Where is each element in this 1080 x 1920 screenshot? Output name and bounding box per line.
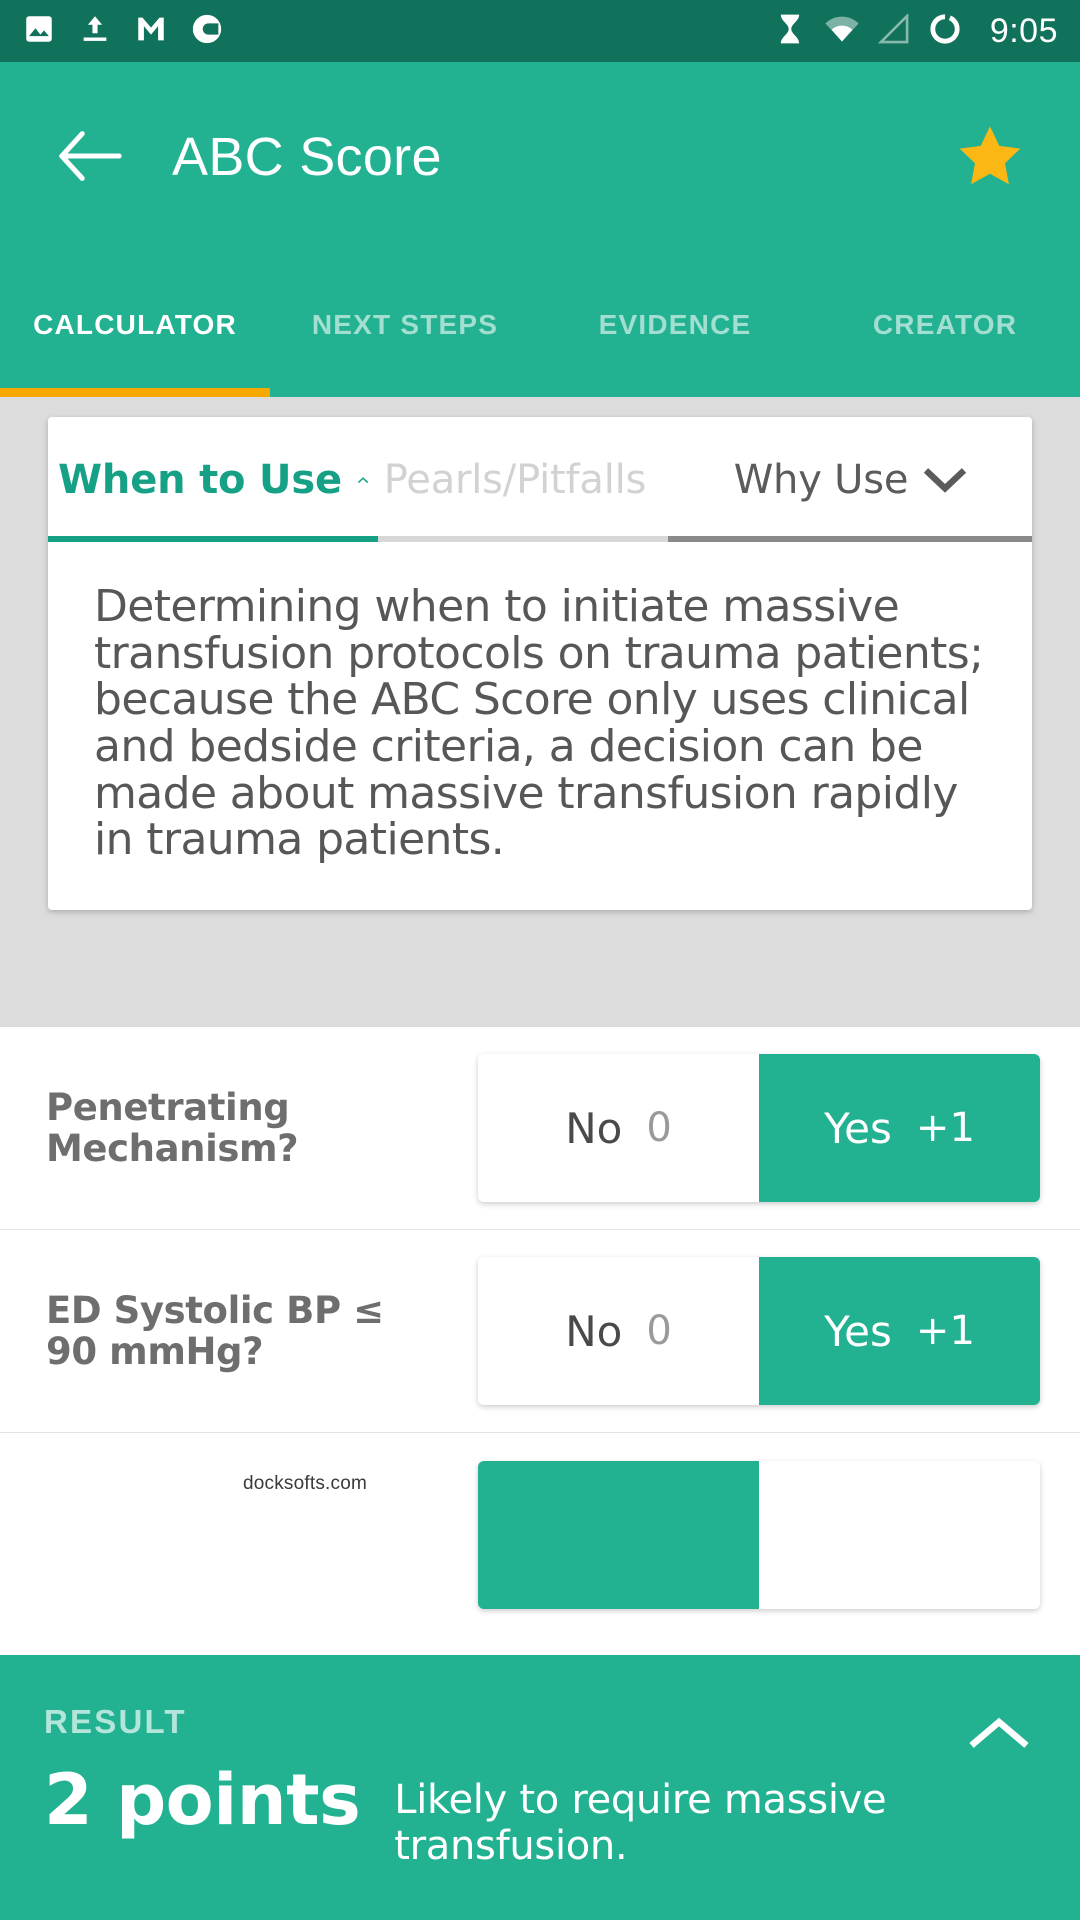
back-arrow-icon — [59, 131, 122, 181]
gmail-icon — [134, 12, 168, 51]
tab-next-steps[interactable]: NEXT STEPS — [270, 257, 540, 341]
answer-toggle-ed-systolic-bp: No 0 Yes +1 — [478, 1257, 1040, 1405]
question-label: Penetrating Mechanism? — [46, 1085, 299, 1170]
answer-option-yes[interactable] — [759, 1460, 1040, 1609]
accordion-tab-why-use-label: Why Use — [733, 456, 909, 503]
answer-option-no-text: No — [565, 1103, 623, 1153]
hourglass-icon — [774, 12, 806, 51]
status-bar-clock: 9:05 — [989, 11, 1058, 50]
tab-evidence-label: EVIDENCE — [598, 309, 752, 340]
result-content: 2 points Likely to require massive trans… — [44, 1765, 944, 1869]
question-row-ed-systolic-bp: ED Systolic BP ≤ 90 mmHg? No 0 Yes +1 — [0, 1230, 1080, 1433]
accordion-tab-underline — [378, 536, 668, 542]
chevron-down-icon — [924, 467, 967, 493]
answer-option-yes[interactable]: Yes +1 — [759, 1257, 1040, 1405]
tab-bar: CALCULATOR NEXT STEPS EVIDENCE CREATOR — [0, 257, 1080, 397]
tab-creator[interactable]: CREATOR — [810, 257, 1080, 341]
tab-calculator-label: CALCULATOR — [33, 309, 237, 340]
status-bar-system-icons: 9:05 — [774, 12, 1058, 51]
back-button[interactable] — [30, 97, 150, 217]
answer-option-no-text: No — [565, 1306, 623, 1356]
chevron-up-icon — [969, 1717, 1029, 1748]
tab-active-indicator — [0, 388, 270, 397]
watermark: docksofts.com — [243, 1473, 368, 1494]
tab-evidence[interactable]: EVIDENCE — [540, 257, 810, 341]
answer-option-yes-text: Yes — [824, 1103, 892, 1153]
app-screen: 9:05 ABC Score CALCULATOR NEXT STEPS EVI… — [0, 0, 1080, 1920]
status-bar: 9:05 — [0, 0, 1080, 62]
answer-option-no[interactable]: No 0 — [478, 1054, 759, 1202]
answer-option-no-points: 0 — [646, 1105, 672, 1151]
app-bar: ABC Score CALCULATOR NEXT STEPS EVIDENCE… — [0, 62, 1080, 397]
question-label: ED Systolic BP ≤ 90 mmHg? — [46, 1288, 384, 1373]
info-card: When to Use Pearls/Pitfalls Why Use Dete… — [48, 417, 1032, 910]
info-card-area: When to Use Pearls/Pitfalls Why Use Dete… — [0, 397, 1080, 1027]
result-collapse-button[interactable] — [964, 1697, 1034, 1767]
answer-option-no[interactable]: No 0 — [478, 1257, 759, 1405]
accordion-tab-why-use[interactable]: Why Use — [668, 417, 1032, 542]
question-row-partial — [0, 1433, 1080, 1636]
accordion-tab-active-underline — [48, 536, 378, 542]
photos-icon — [22, 12, 56, 51]
status-bar-notification-icons — [22, 12, 224, 51]
result-label: RESULT — [44, 1703, 187, 1740]
answer-option-no-points: 0 — [646, 1308, 672, 1354]
chevron-up-icon — [357, 476, 368, 483]
answer-option-yes[interactable]: Yes +1 — [759, 1054, 1040, 1202]
result-panel: RESULT 2 points Likely to require massiv… — [0, 1655, 1080, 1920]
accordion-tab-pearls-pitfalls[interactable]: Pearls/Pitfalls — [378, 417, 668, 542]
accordion-tab-bar: When to Use Pearls/Pitfalls Why Use — [48, 417, 1032, 542]
answer-option-no[interactable] — [478, 1460, 759, 1609]
page-title: ABC Score — [172, 127, 442, 187]
answer-option-yes-points: +1 — [915, 1308, 975, 1354]
accordion-tab-pearls-pitfalls-label: Pearls/Pitfalls — [383, 456, 647, 503]
accordion-tab-when-to-use-label: When to Use — [58, 456, 342, 503]
when-to-use-text: Determining when to initiate massive tra… — [94, 581, 984, 866]
tab-next-steps-label: NEXT STEPS — [311, 309, 499, 340]
accordion-tab-when-to-use[interactable]: When to Use — [48, 417, 378, 542]
sync-circle-icon — [928, 12, 962, 51]
answer-toggle-partial — [478, 1460, 1040, 1609]
result-score: 2 points — [44, 1759, 361, 1841]
upload-icon — [78, 12, 112, 51]
answer-option-yes-text: Yes — [824, 1306, 892, 1356]
app-bar-row: ABC Score — [0, 62, 1080, 252]
tab-creator-label: CREATOR — [872, 309, 1018, 340]
answer-option-yes-points: +1 — [915, 1105, 975, 1151]
accordion-tab-underline — [668, 536, 1032, 542]
question-row-penetrating-mechanism: Penetrating Mechanism? No 0 Yes +1 — [0, 1027, 1080, 1230]
accordion-body: Determining when to initiate massive tra… — [48, 542, 1032, 910]
answer-toggle-penetrating-mechanism: No 0 Yes +1 — [478, 1054, 1040, 1202]
tab-calculator[interactable]: CALCULATOR — [0, 257, 270, 341]
cellular-signal-icon — [877, 12, 910, 49]
favorite-button[interactable] — [940, 107, 1040, 207]
wifi-icon — [824, 14, 860, 49]
chrome-circle-icon — [190, 12, 224, 51]
star-icon — [959, 126, 1021, 185]
result-description: Likely to require massive transfusion. — [394, 1777, 887, 1869]
